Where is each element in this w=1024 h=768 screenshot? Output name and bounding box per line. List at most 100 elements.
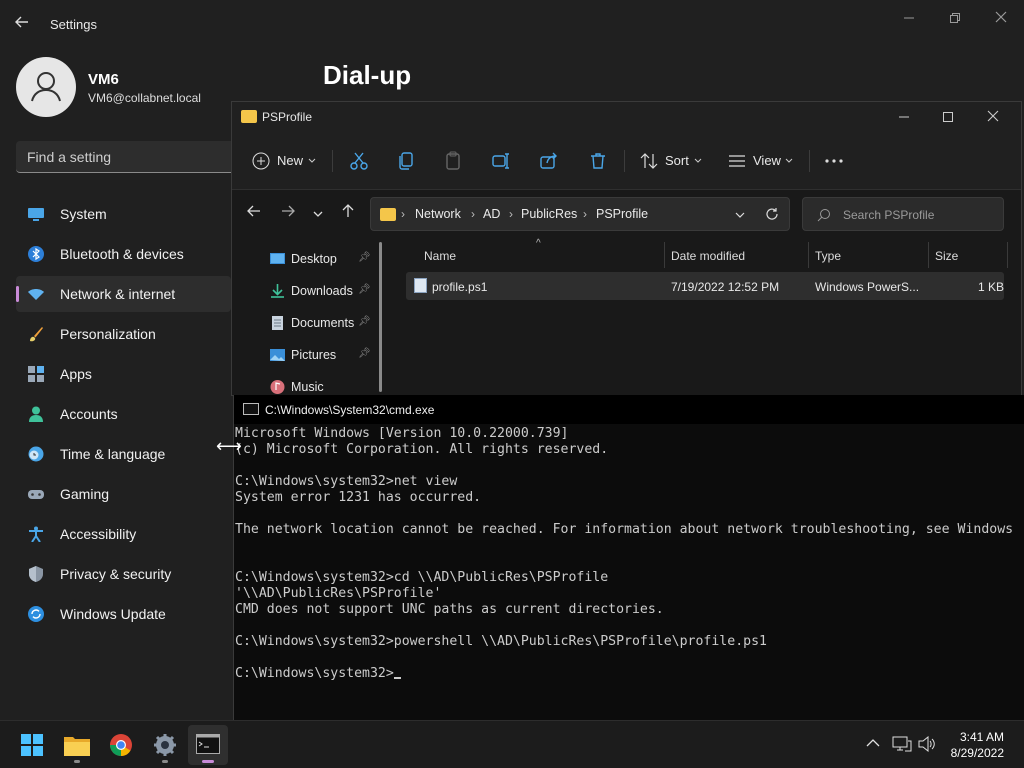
breadcrumb-network[interactable]: Network [415, 207, 461, 221]
start-button[interactable] [12, 725, 52, 765]
column-header-type[interactable]: Type [815, 249, 841, 263]
sidebar-item-label: Windows Update [60, 606, 166, 622]
navigation-pane: Desktop 📌︎ Downloads 📌︎ Documents 📌︎ Pic… [232, 240, 382, 397]
sidebar-item-personalization[interactable]: Personalization [16, 316, 231, 352]
console-prompt-line[interactable]: C:\Windows\system32> [235, 666, 1024, 682]
user-name: VM6 [88, 71, 119, 88]
sidebar-item-system[interactable]: System [16, 196, 231, 232]
explorer-search-placeholder: Search PSProfile [843, 208, 935, 222]
sidebar-item-accessibility[interactable]: Accessibility [16, 516, 231, 552]
copy-icon[interactable] [396, 151, 416, 171]
powershell-script-icon [414, 278, 427, 293]
column-header-date-modified[interactable]: Date modified [671, 249, 745, 263]
chevron-right-icon: › [509, 207, 513, 221]
console-output[interactable]: Microsoft Windows [Version 10.0.22000.73… [235, 426, 1024, 716]
column-divider[interactable] [928, 242, 929, 268]
column-divider[interactable] [1007, 242, 1008, 268]
documents-icon [272, 316, 283, 330]
sidebar-item-privacy[interactable]: Privacy & security [16, 556, 231, 592]
cmd-icon [196, 734, 220, 754]
taskbar-settings[interactable] [145, 725, 185, 765]
avatar[interactable] [16, 57, 76, 117]
folder-icon [380, 208, 396, 221]
address-row: › Network › AD › PublicRes › PSProfile S… [232, 190, 1021, 240]
delete-icon[interactable] [588, 151, 608, 171]
taskbar-chrome[interactable] [101, 725, 141, 765]
address-bar[interactable]: › Network › AD › PublicRes › PSProfile [370, 197, 790, 231]
toolbar-divider [624, 150, 625, 172]
chevron-right-icon: › [401, 207, 405, 221]
refresh-icon[interactable] [765, 207, 779, 221]
sidebar-item-gaming[interactable]: Gaming [16, 476, 231, 512]
sidebar-item-network[interactable]: Network & internet [16, 276, 231, 312]
console-line: C:\Windows\system32>net view [235, 474, 458, 489]
volume-icon[interactable] [918, 736, 936, 752]
user-email: VM6@collabnet.local [88, 91, 201, 105]
sidebar-item-windows-update[interactable]: Windows Update [16, 596, 231, 632]
close-icon[interactable] [978, 107, 1008, 127]
taskbar-file-explorer[interactable] [57, 725, 97, 765]
sort-icon [640, 153, 658, 169]
pin-icon: 📌︎ [358, 316, 371, 327]
maximize-icon[interactable] [933, 107, 963, 127]
running-indicator [74, 760, 80, 763]
column-divider[interactable] [664, 242, 665, 268]
brush-icon [30, 327, 43, 342]
folder-icon [241, 110, 257, 123]
column-header-size[interactable]: Size [935, 249, 958, 263]
table-row[interactable]: profile.ps1 7/19/2022 12:52 PM Windows P… [406, 272, 1004, 300]
new-button[interactable]: New [252, 148, 322, 174]
nav-pane-scrollbar[interactable] [379, 242, 382, 392]
column-header-name[interactable]: Name [424, 249, 456, 263]
taskbar-cmd[interactable] [188, 725, 228, 765]
running-indicator [162, 760, 168, 763]
more-options-icon[interactable] [824, 151, 844, 171]
person-icon [29, 406, 43, 422]
explorer-search-input[interactable]: Search PSProfile [802, 197, 1004, 231]
view-button[interactable]: View [729, 148, 799, 174]
network-icon[interactable] [892, 736, 912, 752]
toolbar-divider [332, 150, 333, 172]
recent-locations-chevron-icon[interactable] [308, 204, 328, 224]
breadcrumb-psprofile[interactable]: PSProfile [596, 207, 648, 221]
chevron-up-icon[interactable] [866, 738, 880, 748]
clock-globe-icon [28, 446, 44, 462]
console-line: The network location cannot be reached. … [235, 522, 1014, 537]
rename-icon[interactable] [491, 151, 511, 171]
minimize-icon[interactable] [889, 107, 919, 127]
pictures-icon [270, 349, 285, 361]
sidebar-item-bluetooth[interactable]: Bluetooth & devices [16, 236, 231, 272]
paste-icon[interactable] [443, 151, 463, 171]
close-icon[interactable] [986, 8, 1016, 28]
clock[interactable]: 3:41 AM 8/29/2022 [951, 729, 1004, 761]
cmd-title: C:\Windows\System32\cmd.exe [265, 403, 435, 417]
share-icon[interactable] [539, 151, 559, 171]
sidebar-item-time-language[interactable]: Time & language [16, 436, 231, 472]
settings-search-input[interactable]: Find a setting [16, 141, 266, 173]
breadcrumb-ad[interactable]: AD [483, 207, 500, 221]
gamepad-icon [28, 490, 44, 499]
sidebar-item-accounts[interactable]: Accounts [16, 396, 231, 432]
sidebar-item-apps[interactable]: Apps [16, 356, 231, 392]
pin-icon: 📌︎ [358, 252, 371, 263]
chevron-down-icon[interactable] [735, 211, 745, 219]
minimize-icon[interactable] [894, 8, 924, 28]
restore-icon[interactable] [940, 8, 970, 28]
breadcrumb-publicres[interactable]: PublicRes [521, 207, 577, 221]
chrome-icon [110, 734, 132, 756]
settings-titlebar: Settings [0, 0, 1024, 48]
shield-icon [29, 566, 43, 582]
up-arrow-icon[interactable] [338, 204, 358, 224]
back-arrow-icon[interactable] [244, 204, 264, 224]
new-label: New [277, 153, 304, 168]
forward-arrow-icon[interactable] [278, 204, 298, 224]
file-size: 1 KB [978, 280, 1005, 294]
page-title: Dial-up [323, 60, 412, 90]
cut-icon[interactable] [349, 151, 369, 171]
back-arrow-icon[interactable] [14, 14, 34, 34]
pin-icon: 📌︎ [358, 284, 371, 295]
sort-button[interactable]: Sort [640, 148, 710, 174]
column-divider[interactable] [808, 242, 809, 268]
nav-pane-label: Documents [291, 316, 355, 330]
settings-search-placeholder: Find a setting [27, 149, 112, 165]
